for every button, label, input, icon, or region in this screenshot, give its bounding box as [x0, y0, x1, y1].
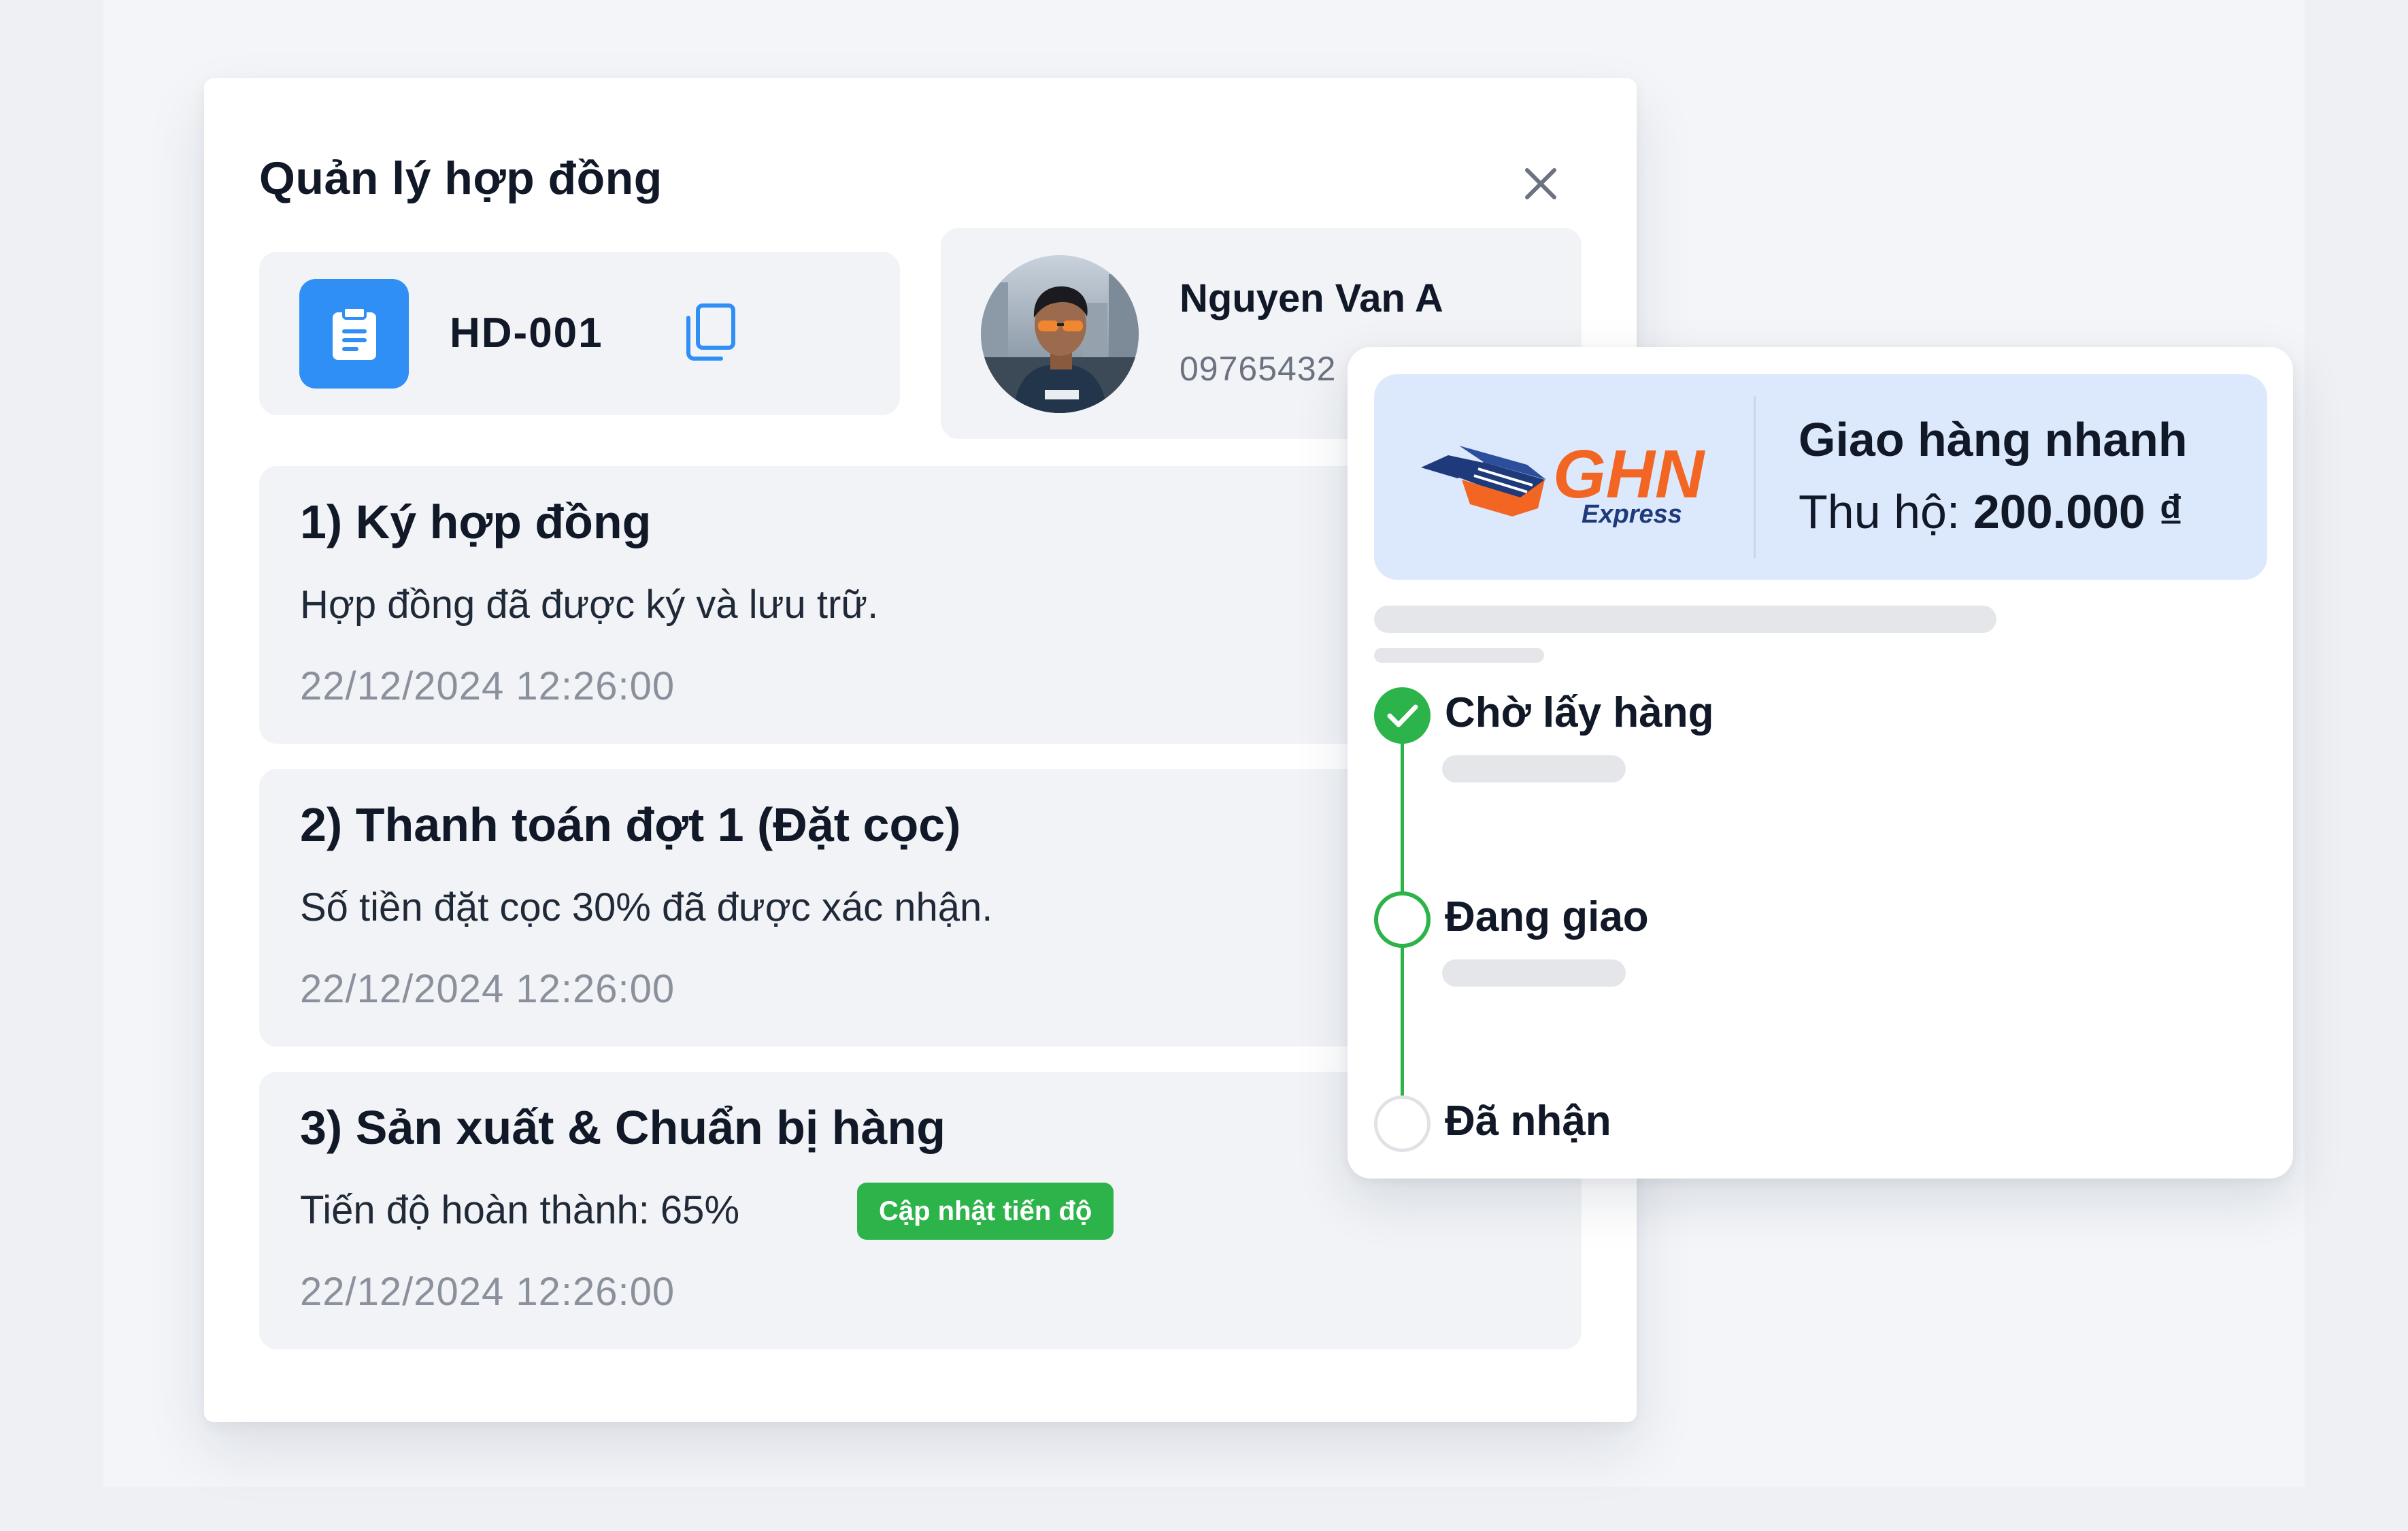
avatar-image: [981, 255, 1139, 413]
timeline-dot-pending: [1374, 1096, 1431, 1152]
step-description: Tiến độ hoàn thành: 65%: [300, 1188, 740, 1232]
skeleton-line: [1442, 959, 1626, 987]
modal-title: Quản lý hợp đồng: [259, 152, 663, 204]
cod-label: Thu hộ:: [1799, 485, 1973, 538]
close-button[interactable]: [1510, 153, 1571, 214]
timeline-label: Đang giao: [1445, 893, 1649, 940]
step-description: Số tiền đặt cọc 30% đã được xác nhận.: [300, 885, 993, 929]
cod-amount: 200.000 ₫: [1973, 485, 2184, 538]
step-title: 2) Thanh toán đợt 1 (Đặt cọc): [300, 798, 961, 851]
divider: [1754, 396, 1756, 558]
customer-phone: 09765432: [1180, 350, 1337, 388]
cod-line: Thu hộ: 200.000 ₫: [1799, 484, 2183, 539]
close-icon: [1525, 168, 1556, 199]
contract-id-card: HD-001: [259, 252, 900, 415]
clipboard-document-icon: [332, 306, 376, 360]
ghn-logo-subtext: Express: [1582, 500, 1682, 527]
customer-name: Nguyen Van A: [1180, 276, 1443, 320]
shipping-card: GHN Express Giao hàng nhanh Thu hộ: 200.…: [1348, 347, 2293, 1179]
timeline-dot-active: [1374, 891, 1431, 948]
ghn-express-logo: GHN Express: [1421, 436, 1705, 529]
avatar: [981, 255, 1139, 413]
carrier-name: Giao hàng nhanh: [1799, 413, 2188, 466]
timeline-label: Đã nhận: [1445, 1098, 1611, 1145]
contract-code: HD-001: [450, 310, 603, 357]
clipboard-tile: [299, 279, 409, 389]
step-description: Hợp đồng đã được ký và lưu trữ.: [300, 582, 879, 627]
step-title: 1) Ký hợp đồng: [300, 495, 652, 548]
update-progress-button[interactable]: Cập nhật tiến độ: [857, 1183, 1114, 1240]
copy-code-button[interactable]: [681, 299, 739, 365]
timeline-dot-done: [1374, 687, 1431, 744]
step-timestamp: 22/12/2024 12:26:00: [300, 1270, 675, 1314]
copy-icon: [686, 303, 735, 361]
ghn-logo: GHN Express: [1418, 425, 1711, 529]
timeline-label: Chờ lấy hàng: [1445, 689, 1714, 736]
carrier-header: GHN Express Giao hàng nhanh Thu hộ: 200.…: [1374, 374, 2267, 580]
skeleton-line: [1374, 648, 1544, 663]
step-timestamp: 22/12/2024 12:26:00: [300, 967, 675, 1011]
step-timestamp: 22/12/2024 12:26:00: [300, 664, 675, 708]
skeleton-line: [1374, 606, 1996, 633]
step-title: 3) Sản xuất & Chuẩn bị hàng: [300, 1101, 946, 1154]
skeleton-line: [1442, 755, 1626, 783]
check-icon: [1387, 704, 1418, 727]
